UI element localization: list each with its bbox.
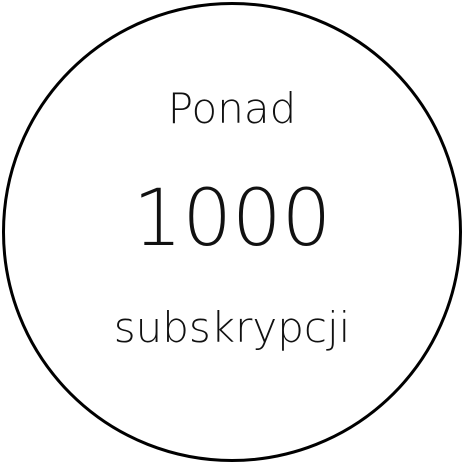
badge-suffix-text: subskrypcji bbox=[113, 303, 351, 352]
badge-container: Ponad 1000 subskrypcji bbox=[0, 0, 464, 464]
badge-number: 1000 bbox=[132, 174, 332, 264]
badge-prefix-text: Ponad bbox=[167, 84, 297, 133]
